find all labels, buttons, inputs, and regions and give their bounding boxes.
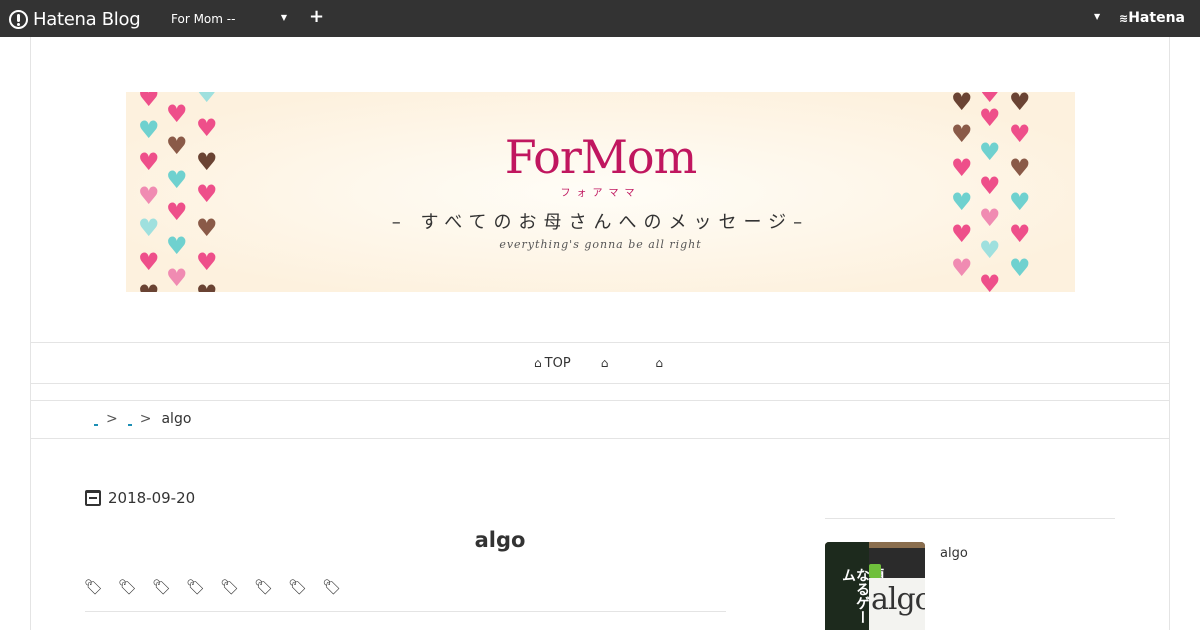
tag-icon[interactable]: 🏷: [254, 578, 273, 596]
heart-icon: ♥: [951, 154, 973, 182]
tag-icon[interactable]: 🏷: [186, 578, 205, 596]
calendar-icon: [85, 490, 101, 506]
entry-date-text: 2018-09-20: [108, 489, 196, 507]
heart-icon: ♥: [979, 236, 1001, 264]
heart-icon: ♥: [1009, 254, 1031, 282]
banner-title: ForMom: [504, 130, 698, 184]
banner-kana: フォアママ: [560, 188, 641, 199]
heart-icon: ♥: [1009, 92, 1031, 116]
add-entry-button[interactable]: +: [309, 6, 324, 27]
breadcrumb-current: algo: [161, 411, 192, 427]
hatena-top-bar: Hatena Blog For Mom -- ▼ + ▼ ≋ Hatena: [0, 0, 1200, 37]
tag-icon[interactable]: 🏷: [84, 578, 103, 596]
home-icon: ⌂: [534, 356, 542, 370]
heart-icon: ♥: [979, 172, 1001, 200]
logo-text: Hatena Blog: [33, 8, 141, 30]
heart-icon: ♥: [979, 104, 1001, 132]
banner-hearts-right: ♥ ♥ ♥ ♥ ♥ ♥ ♥ ♥ ♥ ♥ ♥ ♥ ♥ ♥ ♥ ♥ ♥ ♥ ♥: [951, 92, 1075, 292]
heart-icon: ♥: [979, 138, 1001, 166]
banner-tagline: everything's gonna be all right: [499, 238, 702, 251]
user-menu-caret-icon[interactable]: ▼: [1094, 12, 1100, 21]
tag-icon[interactable]: 🏷: [322, 578, 341, 596]
entry-divider: [85, 611, 726, 612]
tag-icon[interactable]: 🏷: [118, 578, 137, 596]
heart-icon: ♥: [196, 282, 218, 292]
nav-item-3[interactable]: ⌂: [655, 356, 666, 370]
heart-icon: ♥: [951, 120, 973, 148]
heart-icon: ♥: [979, 270, 1001, 292]
sidebar-divider: [825, 518, 1115, 519]
banner-subtitle: – すべてのお母さんへのメッセージ–: [391, 212, 810, 233]
breadcrumb-separator: >: [139, 411, 152, 427]
blog-select-dropdown[interactable]: For Mom -- ▼: [171, 10, 289, 28]
hatena-exclamation-icon: [9, 9, 28, 29]
tag-icon[interactable]: 🏷: [220, 578, 239, 596]
heart-icon: ♥: [951, 220, 973, 248]
heart-icon: ♥: [138, 248, 160, 276]
nav-item-2[interactable]: ⌂: [601, 356, 612, 370]
breadcrumb-separator: >: [106, 411, 118, 427]
nav-item-top[interactable]: ⌂ TOP: [534, 356, 571, 371]
home-icon: ⌂: [655, 356, 663, 370]
heart-icon: ♥: [166, 264, 188, 292]
heart-icon: ♥: [196, 92, 218, 108]
home-icon: ⌂: [600, 356, 609, 370]
hatena-blog-logo[interactable]: Hatena Blog: [9, 7, 141, 31]
blog-select-label: For Mom --: [171, 12, 236, 26]
heart-icon: ♥: [951, 188, 973, 216]
heart-icon: ♥: [1009, 188, 1031, 216]
heart-icon: ♥: [196, 248, 218, 276]
entry-date[interactable]: 2018-09-20: [85, 489, 195, 507]
entry-title-text: algo: [474, 528, 526, 552]
entry-tags: 🏷 🏷 🏷 🏷 🏷 🏷 🏷 🏷: [84, 578, 356, 596]
breadcrumb-link-home[interactable]: [94, 424, 98, 426]
heart-icon: ♥: [138, 92, 160, 112]
thumb-green-badge: [869, 564, 881, 578]
tag-icon[interactable]: 🏷: [288, 578, 307, 596]
thumb-package-logo: algo: [871, 582, 925, 617]
blog-header-banner[interactable]: ♥ ♥ ♥ ♥ ♥ ♥ ♥ ♥ ♥ ♥ ♥ ♥ ♥ ♥ ♥ ♥ ♥ ♥ ♥ ♥ …: [126, 92, 1075, 292]
entry-title[interactable]: algo: [85, 528, 915, 552]
breadcrumb-bar: > > algo: [30, 400, 1170, 439]
caret-down-icon: ▼: [280, 13, 287, 22]
heart-icon: ♥: [951, 92, 973, 116]
sidebar-entry-thumbnail[interactable]: 頭のよくなるゲーム algo: [825, 542, 925, 630]
hatena-wave-icon: ≋: [1119, 11, 1128, 25]
heart-icon: ♥: [1009, 220, 1031, 248]
hatena-brand-text: Hatena: [1128, 10, 1185, 26]
sidebar-entry-title[interactable]: algo: [940, 546, 968, 561]
nav-item-label: TOP: [544, 355, 571, 371]
breadcrumb-link-category[interactable]: [127, 424, 132, 426]
heart-icon: ♥: [166, 100, 188, 128]
hatena-brand-link[interactable]: ≋ Hatena: [1119, 10, 1185, 26]
heart-icon: ♥: [979, 204, 1001, 232]
global-nav: ⌂ TOP ⌂ ⌂: [30, 342, 1170, 384]
heart-icon: ♥: [1009, 120, 1031, 148]
heart-icon: ♥: [138, 282, 160, 292]
tag-icon[interactable]: 🏷: [152, 578, 171, 596]
heart-icon: ♥: [951, 254, 973, 282]
breadcrumb: > > algo: [94, 411, 191, 427]
heart-icon: ♥: [1009, 154, 1031, 182]
